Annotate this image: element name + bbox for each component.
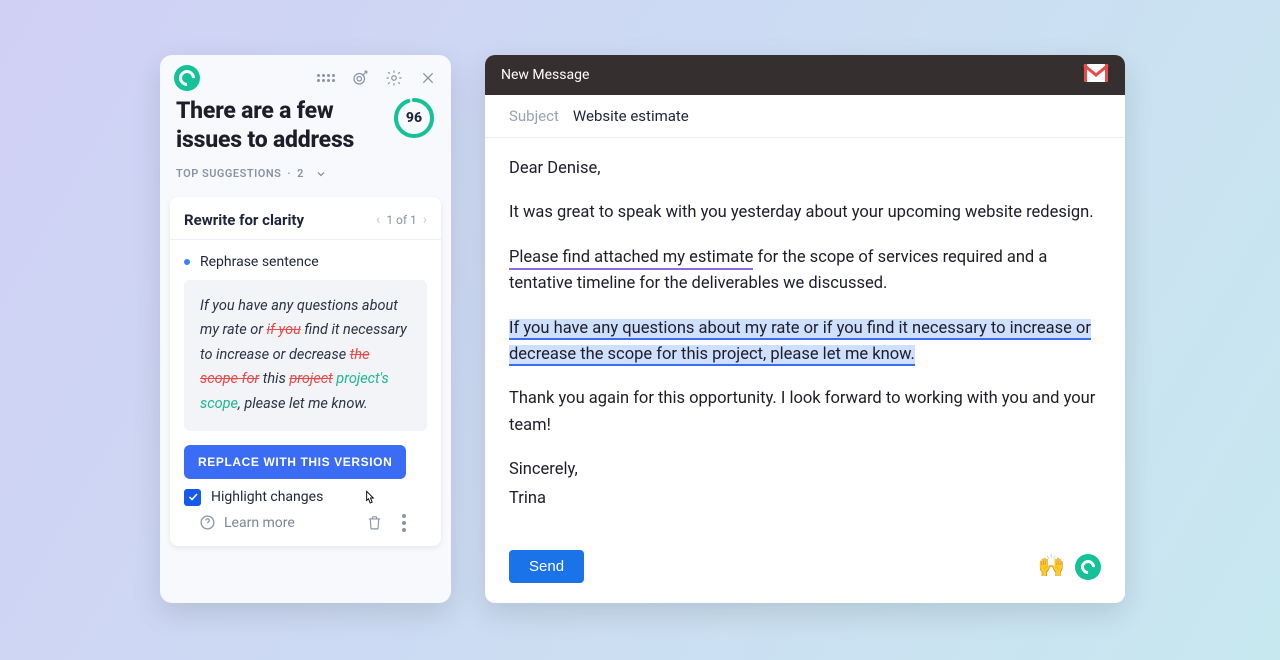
body-paragraph-highlighted: If you have any questions about my rate … [509,316,1101,369]
grammarly-status-icon[interactable] [1075,554,1101,580]
body-closing: Sincerely, [509,457,1101,483]
pager-text: 1 of 1 [386,213,416,227]
body-paragraph: It was great to speak with you yesterday… [509,200,1101,226]
grammarly-logo-icon [174,65,200,91]
drag-handle-icon[interactable] [317,69,335,87]
card-title: Rewrite for clarity [184,211,304,229]
settings-icon[interactable] [385,69,403,87]
email-footer: Send 🙌 [485,544,1125,603]
sidebar-title: There are a fewissues to address [176,97,354,155]
goals-icon[interactable] [351,69,369,87]
card-pager: ‹ 1 of 1 › [376,213,427,227]
suggestion-type: Rephrase sentence [184,254,427,270]
checkbox-icon[interactable] [184,489,201,506]
top-suggestions-header[interactable]: TOP SUGGESTIONS · 2 [160,155,451,189]
sidebar-toolbar [160,55,451,91]
learn-more-link[interactable]: Learn more [224,515,295,531]
subject-label: Subject [509,107,559,125]
body-paragraph: Thank you again for this opportunity. I … [509,386,1101,439]
subject-row[interactable]: Subject Website estimate [485,95,1125,138]
window-title: New Message [501,67,589,83]
trash-icon[interactable] [365,514,383,532]
more-options-icon[interactable] [395,514,413,532]
highlight-changes-row[interactable]: Highlight changes [184,489,427,506]
chevron-down-icon [312,165,330,183]
body-paragraph: Please find attached my estimate for the… [509,245,1101,298]
email-composer: New Message Subject Website estimate Dea… [485,55,1125,603]
next-icon[interactable]: › [423,213,427,227]
card-header: Rewrite for clarity ‹ 1 of 1 › [170,197,441,240]
body-signature: Trina [509,486,1101,512]
performance-score[interactable]: 96 [393,97,435,139]
help-icon[interactable] [198,514,216,532]
close-icon[interactable] [419,69,437,87]
tone-emoji-icon[interactable]: 🙌 [1038,554,1065,579]
email-body[interactable]: Dear Denise, It was great to speak with … [485,138,1125,544]
highlight-label: Highlight changes [211,489,323,505]
send-button[interactable]: Send [509,550,584,583]
subject-value: Website estimate [573,107,689,125]
email-titlebar: New Message [485,55,1125,95]
diff-preview: If you have any questions about my rate … [184,280,427,431]
replace-button[interactable]: REPLACE WITH THIS VERSION [184,445,406,479]
score-value: 96 [393,97,435,139]
grammarly-sidebar: There are a fewissues to address 96 TOP … [160,55,451,603]
prev-icon[interactable]: ‹ [376,213,380,227]
gmail-icon [1083,63,1109,87]
cursor-pointer-icon [360,485,380,511]
sidebar-header: There are a fewissues to address 96 [160,91,451,155]
suggestion-card: Rewrite for clarity ‹ 1 of 1 › Rephrase … [170,197,441,546]
body-greeting: Dear Denise, [509,156,1101,182]
